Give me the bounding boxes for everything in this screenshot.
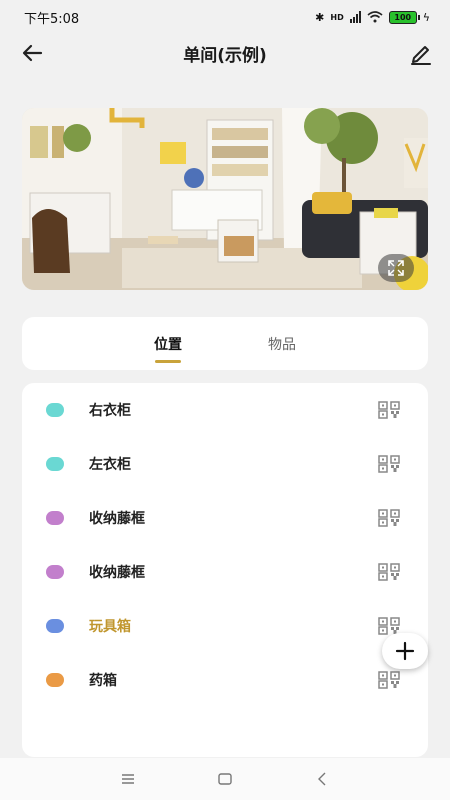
color-dot: [46, 673, 64, 687]
wifi-icon: [367, 11, 383, 23]
color-dot: [46, 511, 64, 525]
page-title: 单间(示例): [183, 45, 267, 66]
color-dot: [46, 457, 64, 471]
qr-code-icon[interactable]: [378, 401, 400, 419]
list-item[interactable]: 玩具箱: [22, 599, 428, 653]
location-label: 左衣柜: [89, 457, 131, 473]
nav-menu-button[interactable]: [113, 767, 143, 791]
tab-location[interactable]: 位置: [146, 328, 190, 360]
tab-items[interactable]: 物品: [260, 328, 304, 360]
color-dot: [46, 565, 64, 579]
plus-icon: [395, 641, 415, 661]
charging-icon: ϟ: [422, 10, 430, 24]
back-arrow-icon: [22, 44, 43, 62]
home-square-icon: [218, 773, 232, 785]
color-dot: [46, 619, 64, 633]
qr-code-icon[interactable]: [378, 563, 400, 581]
expand-icon: [388, 260, 404, 276]
list-item[interactable]: 收纳藤框: [22, 545, 428, 599]
qr-code-icon[interactable]: [378, 455, 400, 473]
expand-button[interactable]: [378, 254, 414, 282]
location-label: 收纳藤框: [89, 565, 145, 581]
app-bar: 单间(示例): [0, 34, 450, 72]
nav-back-button[interactable]: [307, 767, 337, 791]
list-item[interactable]: 左衣柜: [22, 437, 428, 491]
battery-icon: 100: [388, 10, 420, 24]
room-photo-illustration: [22, 108, 428, 290]
status-icons: ✱ HD 100 ϟ: [315, 10, 430, 24]
bluetooth-icon: ✱: [315, 10, 325, 24]
location-list: 右衣柜 左衣柜 收纳藤框 收纳藤框 玩具箱 药箱: [22, 383, 428, 757]
status-time: 下午5:08: [24, 11, 80, 27]
back-button[interactable]: [20, 40, 46, 66]
color-dot: [46, 403, 64, 417]
edit-button[interactable]: [408, 40, 434, 66]
qr-code-icon[interactable]: [378, 509, 400, 527]
battery-level: 100: [394, 12, 412, 22]
tab-bar: 位置 物品: [22, 317, 428, 370]
list-item[interactable]: 右衣柜: [22, 383, 428, 437]
network-label: HD: [330, 12, 344, 22]
edit-pencil-icon: [411, 46, 431, 65]
add-button[interactable]: [382, 633, 428, 669]
location-label: 药箱: [89, 673, 117, 689]
nav-home-button[interactable]: [210, 767, 240, 791]
menu-icon: [122, 774, 135, 784]
back-chevron-icon: [317, 772, 326, 786]
list-item[interactable]: 收纳藤框: [22, 491, 428, 545]
location-label: 右衣柜: [89, 403, 131, 419]
qr-code-icon[interactable]: [378, 671, 400, 689]
room-photo: [22, 108, 428, 290]
signal-icon: [349, 11, 361, 23]
location-label: 收纳藤框: [89, 511, 145, 527]
location-label: 玩具箱: [89, 619, 131, 635]
status-bar: 下午5:08 ✱ HD 100 ϟ: [0, 0, 450, 34]
list-item[interactable]: 药箱: [22, 653, 428, 707]
system-nav-bar: [0, 758, 450, 800]
